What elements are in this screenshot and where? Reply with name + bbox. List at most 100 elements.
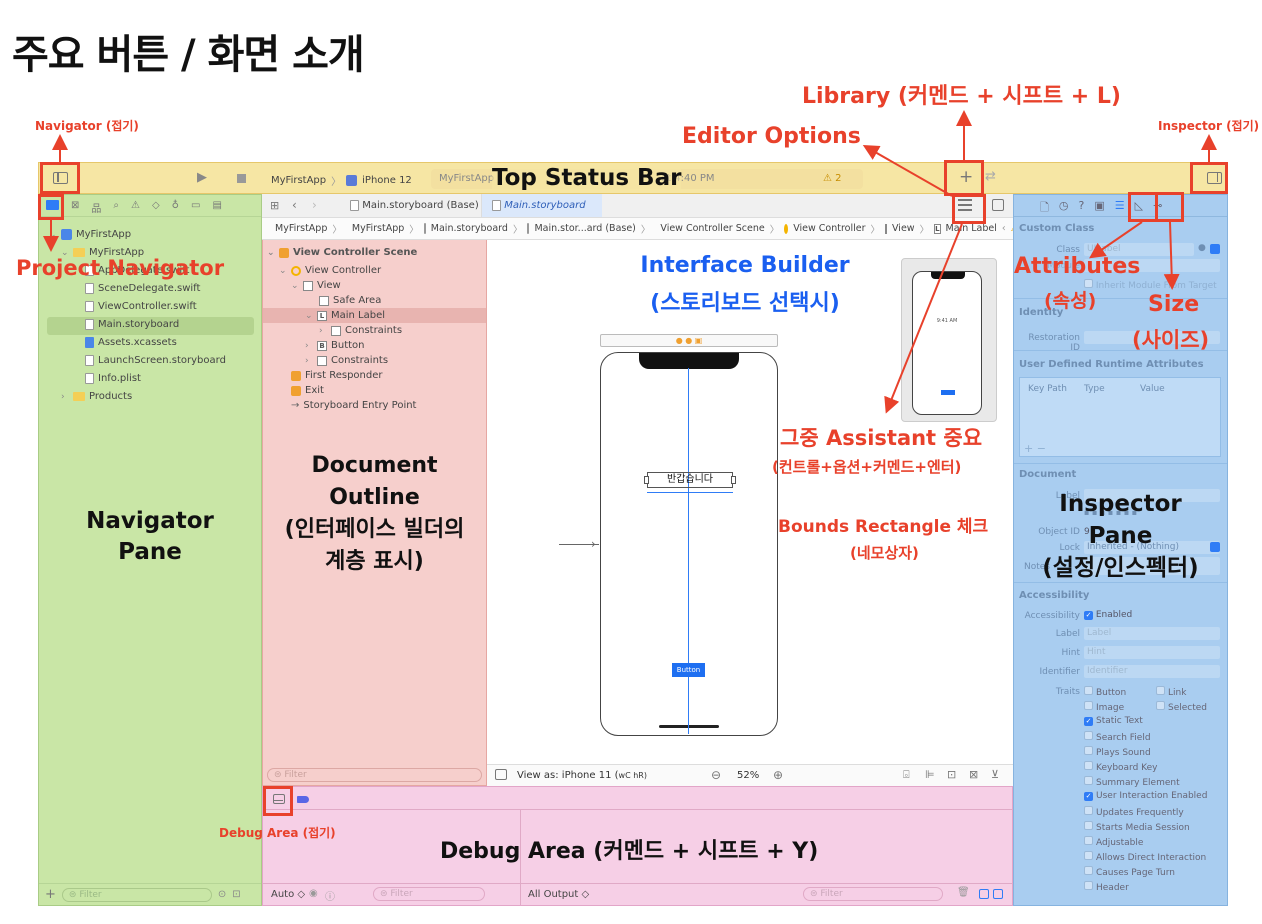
jump-item[interactable]: View Controller	[793, 223, 865, 234]
outline-exit[interactable]: Exit	[291, 385, 324, 396]
jump-item[interactable]: Main.storyboard	[431, 223, 508, 234]
hint-field[interactable]: Hint	[1084, 646, 1220, 659]
add-remove-buttons[interactable]: + −	[1024, 442, 1046, 455]
jump-item[interactable]: Main Label	[946, 223, 997, 234]
main-label[interactable]: 반갑습니다	[644, 472, 736, 488]
warning-badge[interactable]: ⚠ 2	[823, 169, 842, 189]
tab-main-storyboard-base[interactable]: Main.storyboard (Base)	[342, 194, 482, 217]
embed-icon[interactable]: ⊻	[991, 768, 999, 781]
outline-filter-input[interactable]: ⊜ Filter	[267, 768, 482, 782]
outline-first-responder[interactable]: First Responder	[291, 370, 383, 381]
variables-view-icon[interactable]	[979, 889, 989, 899]
add-constraints-icon[interactable]: ⊡	[947, 768, 956, 781]
tree-file[interactable]: ViewController.swift	[85, 301, 197, 312]
jump-item[interactable]: View Controller Scene	[660, 223, 764, 234]
zoom-out-icon[interactable]: ⊖	[711, 768, 721, 782]
code-review-icon[interactable]: ⇄	[985, 169, 996, 184]
class-dropdown-icon[interactable]	[1210, 244, 1220, 254]
outline-toggle-icon[interactable]	[495, 769, 507, 780]
canvas-button[interactable]: Button	[672, 663, 705, 677]
back-icon[interactable]: ‹	[292, 198, 297, 212]
trait-checkbox[interactable]: Plays Sound	[1084, 746, 1151, 758]
console-view-icon[interactable]	[993, 889, 1003, 899]
trait-checkbox[interactable]: Selected	[1156, 701, 1207, 713]
jump-item[interactable]: MyFirstApp	[352, 223, 404, 234]
trait-checkbox[interactable]: Summary Element	[1084, 776, 1180, 788]
tree-file-selected[interactable]: Main.storyboard	[85, 319, 179, 330]
debug-icon[interactable]: ♁	[172, 200, 179, 216]
source-control-icon[interactable]: ⊠	[71, 200, 79, 216]
trait-checkbox[interactable]: Image	[1084, 701, 1124, 713]
trait-checkbox[interactable]: Search Field	[1084, 731, 1151, 743]
view-as-selector[interactable]: View as: iPhone 11 (wC hR)	[517, 770, 647, 781]
jump-item[interactable]: Main.stor...ard (Base)	[534, 223, 635, 234]
report-icon[interactable]: ▤	[212, 200, 221, 216]
all-output-selector[interactable]: All Output ◇	[528, 889, 589, 900]
outline-button[interactable]: › B Button	[305, 340, 365, 351]
trash-icon[interactable]: 🗑	[957, 887, 970, 898]
identity-inspector-icon[interactable]: ▣	[1094, 199, 1104, 216]
breakpoint-icon[interactable]: ▭	[191, 200, 200, 216]
issue-icon[interactable]: ⚠	[131, 200, 140, 216]
jump-item[interactable]: View	[892, 223, 915, 234]
add-editor-icon[interactable]	[992, 199, 1004, 211]
jump-item[interactable]: MyFirstApp	[275, 223, 327, 234]
outline-safe-area[interactable]: Safe Area	[319, 295, 381, 306]
scheme-selector[interactable]: MyFirstApp	[271, 175, 326, 186]
inherit-checkbox[interactable]: Inherit Module From Target	[1084, 279, 1217, 291]
trait-checkbox[interactable]: Updates Frequently	[1084, 806, 1184, 818]
attributes-inspector-icon[interactable]: ☰	[1115, 199, 1125, 216]
interface-builder-canvas[interactable]: ● ● ▣ 반갑습니다 Button › 9:41 AM	[487, 240, 1013, 764]
trait-checkbox[interactable]: Link	[1156, 686, 1186, 698]
forward-icon[interactable]: ›	[312, 198, 317, 212]
tree-file[interactable]: LaunchScreen.storyboard	[85, 355, 226, 366]
trait-checkbox[interactable]: Keyboard Key	[1084, 761, 1157, 773]
search-icon[interactable]: ⌕	[113, 200, 119, 216]
tree-file[interactable]: SceneDelegate.swift	[85, 283, 200, 294]
trait-checkbox[interactable]: Button	[1084, 686, 1126, 698]
chevron-left-icon[interactable]: ‹	[1002, 223, 1006, 234]
stop-icon[interactable]	[237, 174, 246, 183]
resolve-issues-icon[interactable]: ⊠	[969, 768, 978, 781]
tree-file[interactable]: Info.plist	[85, 373, 141, 384]
eye-icon[interactable]: ◉	[309, 888, 318, 899]
outline-entry-point[interactable]: → Storyboard Entry Point	[291, 400, 416, 411]
scm-filter-icon[interactable]: ⊡	[232, 889, 240, 900]
trait-checkbox[interactable]: Header	[1084, 881, 1129, 893]
run-icon[interactable]: ▶	[197, 170, 207, 185]
trait-checkbox[interactable]: Starts Media Session	[1084, 821, 1190, 833]
breakpoint-tag-icon[interactable]	[297, 796, 309, 803]
file-inspector-icon[interactable]: 🗋	[1040, 199, 1049, 216]
outline-scene[interactable]: ⌄ View Controller Scene	[267, 247, 417, 258]
trait-checkbox[interactable]: Allows Direct Interaction	[1084, 851, 1206, 863]
accessibility-enabled-checkbox[interactable]: ✓ Enabled	[1084, 610, 1132, 620]
test-icon[interactable]: ◇	[152, 200, 160, 216]
outline-constraints[interactable]: › Constraints	[305, 355, 388, 366]
filter-input[interactable]: ⊜ Filter	[61, 887, 212, 902]
outline-main-label[interactable]: ⌄ L Main Label	[305, 310, 385, 321]
add-icon[interactable]: +	[45, 887, 56, 902]
auto-selector[interactable]: Auto ◇	[271, 889, 305, 900]
outline-constraints[interactable]: › Constraints	[319, 325, 402, 336]
acc-label-field[interactable]: Label	[1084, 627, 1220, 640]
identifier-field[interactable]: Identifier	[1084, 665, 1220, 678]
recent-icon[interactable]: ⊙	[218, 889, 226, 900]
trait-checkbox[interactable]: Causes Page Turn	[1084, 866, 1175, 878]
console-filter-input[interactable]: ⊜ Filter	[803, 887, 943, 901]
help-icon[interactable]: ?	[1078, 199, 1084, 216]
outline-view[interactable]: ⌄ View	[291, 280, 341, 291]
align-icon[interactable]: ⊫	[925, 768, 935, 781]
tab-main-storyboard[interactable]: Main.storyboard	[482, 194, 602, 217]
symbol-icon[interactable]: 品	[91, 200, 101, 216]
zoom-in-icon[interactable]: ⊕	[773, 768, 783, 782]
tree-products[interactable]: › Products	[61, 391, 132, 402]
trait-checkbox[interactable]: ✓ Static Text	[1084, 716, 1143, 726]
device-selector[interactable]: iPhone 12	[362, 175, 412, 186]
udra-table[interactable]: Key Path Type Value + −	[1019, 377, 1221, 457]
tree-project[interactable]: ⌄ MyFirstApp	[49, 229, 131, 240]
outline-vc[interactable]: ⌄ View Controller	[279, 265, 381, 276]
trait-checkbox[interactable]: Adjustable	[1084, 836, 1143, 848]
variables-filter-input[interactable]: ⊜ Filter	[373, 887, 485, 901]
grid-icon[interactable]: ⊞	[270, 199, 279, 212]
tree-file[interactable]: Assets.xcassets	[85, 337, 177, 348]
